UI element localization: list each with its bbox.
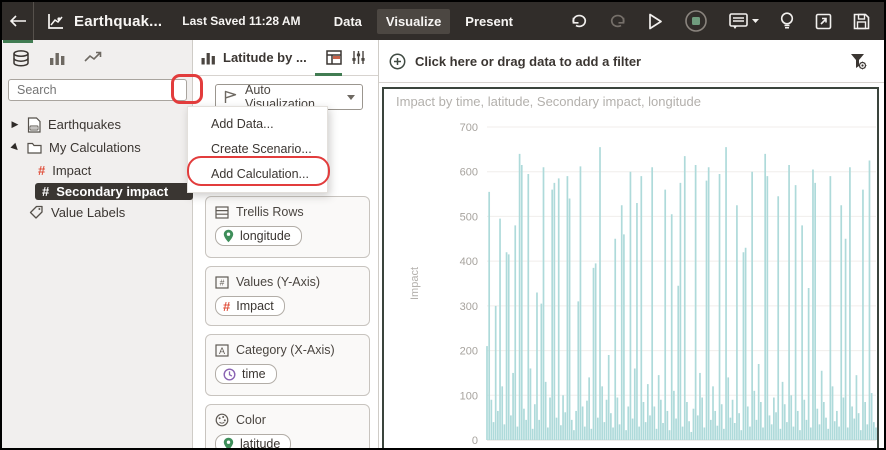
workbook-title: Earthquak... bbox=[74, 13, 162, 30]
last-saved-label: Last Saved 11:28 AM bbox=[182, 14, 300, 28]
pill-impact[interactable]: # Impact bbox=[215, 296, 285, 316]
data-panel: ▶ Earthquakes ▶ My Calculations # Impact… bbox=[2, 40, 193, 448]
data-element-tree: ▶ Earthquakes ▶ My Calculations # Impact… bbox=[2, 101, 192, 224]
drop-target-label: Trellis Rows bbox=[236, 205, 304, 219]
menu-item-add-calculation[interactable]: Add Calculation... bbox=[188, 162, 327, 187]
tree-item-impact[interactable]: # Impact bbox=[2, 159, 192, 182]
search-input[interactable] bbox=[8, 79, 187, 101]
insights-lightbulb-icon[interactable] bbox=[780, 12, 794, 30]
menu-item-add-data[interactable]: Add Data... bbox=[188, 112, 327, 137]
svg-text:#: # bbox=[220, 277, 225, 287]
tab-data-icon[interactable] bbox=[10, 50, 32, 67]
tree-item-label: My Calculations bbox=[49, 140, 141, 155]
add-filter-plus-icon bbox=[389, 53, 406, 70]
svg-text:500: 500 bbox=[460, 211, 478, 223]
geo-pin-icon bbox=[223, 229, 234, 243]
header-nav-tabs: Data Visualize Present bbox=[325, 9, 522, 34]
measure-icon: # bbox=[223, 299, 230, 314]
panel-tabs bbox=[2, 40, 192, 67]
filter-bar-prompt: Click here or drag data to add a filter bbox=[415, 54, 840, 69]
chart-title: Impact by time, latitude, Secondary impa… bbox=[396, 94, 701, 109]
rows-icon bbox=[215, 206, 229, 219]
svg-text:200: 200 bbox=[460, 346, 478, 358]
svg-text:600: 600 bbox=[460, 167, 478, 179]
menu-item-create-scenario[interactable]: Create Scenario... bbox=[188, 137, 327, 162]
tab-visualizations-icon[interactable] bbox=[46, 50, 68, 67]
tree-item-label: Value Labels bbox=[51, 205, 125, 220]
undo-icon[interactable] bbox=[570, 13, 588, 29]
filter-settings-icon[interactable] bbox=[849, 52, 868, 71]
measure-icon: # bbox=[42, 184, 49, 199]
viz-title: Latitude by ... bbox=[223, 50, 322, 65]
svg-text:400: 400 bbox=[460, 256, 478, 268]
drop-target-label: Category (X-Axis) bbox=[236, 343, 335, 357]
tree-item-earthquakes[interactable]: ▶ Earthquakes bbox=[2, 113, 192, 136]
pill-longitude[interactable]: longitude bbox=[215, 226, 302, 246]
tree-item-label: Earthquakes bbox=[48, 117, 121, 132]
grammar-panel-header: Latitude by ... bbox=[193, 40, 378, 76]
svg-text:0: 0 bbox=[472, 435, 478, 447]
drop-target-color[interactable]: Color latitude bbox=[205, 404, 370, 450]
settings-sliders-icon[interactable] bbox=[346, 50, 370, 65]
grammar-tab-indicator bbox=[315, 73, 342, 76]
svg-text:A: A bbox=[219, 345, 225, 355]
svg-text:100: 100 bbox=[460, 390, 478, 402]
clock-icon bbox=[223, 368, 236, 381]
grammar-panel: Latitude by ... Auto Visualization Trell… bbox=[193, 40, 379, 448]
geo-pin-icon bbox=[223, 437, 234, 450]
expand-collapsed-icon[interactable]: ▶ bbox=[10, 119, 20, 130]
expand-expanded-icon[interactable]: ▶ bbox=[10, 142, 20, 153]
grammar-tab-icon[interactable] bbox=[322, 50, 346, 65]
csv-file-icon bbox=[27, 117, 41, 133]
export-popout-icon[interactable] bbox=[815, 13, 832, 30]
tree-item-value-labels[interactable]: Value Labels bbox=[2, 201, 192, 224]
drop-target-values-y-axis[interactable]: # Values (Y-Axis) # Impact bbox=[205, 266, 370, 326]
record-stop-icon[interactable] bbox=[684, 9, 708, 33]
auto-visualization-icon bbox=[223, 90, 238, 104]
tree-item-label: Impact bbox=[52, 163, 91, 178]
svg-text:300: 300 bbox=[460, 301, 478, 313]
preview-play-icon[interactable] bbox=[648, 13, 663, 30]
drop-target-category-x-axis[interactable]: A Category (X-Axis) time bbox=[205, 334, 370, 396]
back-button[interactable] bbox=[2, 2, 34, 40]
impact-chart-svg: 0 100 200 300 400 500 600 700 Impact bbox=[384, 113, 879, 450]
tree-item-my-calculations[interactable]: ▶ My Calculations bbox=[2, 136, 192, 159]
drop-target-label: Color bbox=[236, 413, 266, 427]
tag-icon bbox=[29, 205, 44, 220]
save-icon[interactable] bbox=[853, 13, 870, 30]
pill-label: time bbox=[242, 367, 266, 381]
folder-icon bbox=[27, 141, 42, 154]
nav-tab-data[interactable]: Data bbox=[325, 9, 371, 34]
text-icon: A bbox=[215, 344, 229, 357]
pill-latitude[interactable]: latitude bbox=[215, 434, 291, 450]
nav-tab-present[interactable]: Present bbox=[456, 9, 522, 34]
app-window: Earthquak... Last Saved 11:28 AM Data Vi… bbox=[0, 0, 886, 450]
palette-icon bbox=[215, 413, 229, 427]
viz-type-bar-icon bbox=[201, 51, 216, 65]
back-arrow-icon bbox=[9, 15, 27, 27]
visualization-container[interactable]: Impact by time, latitude, Secondary impa… bbox=[382, 87, 879, 450]
tree-item-secondary-impact-selected[interactable]: # Secondary impact bbox=[35, 183, 193, 200]
number-icon: # bbox=[215, 276, 229, 289]
redo-icon[interactable] bbox=[609, 13, 627, 29]
tab-analytics-icon[interactable] bbox=[82, 50, 104, 67]
svg-text:700: 700 bbox=[460, 122, 478, 134]
tree-item-label: Secondary impact bbox=[56, 184, 168, 199]
pill-label: longitude bbox=[240, 229, 291, 243]
nav-tab-visualize[interactable]: Visualize bbox=[377, 9, 450, 34]
pill-label: Impact bbox=[236, 299, 274, 313]
filter-bar[interactable]: Click here or drag data to add a filter bbox=[379, 40, 884, 83]
top-header-bar: Earthquak... Last Saved 11:28 AM Data Vi… bbox=[2, 2, 884, 40]
chevron-down-icon bbox=[347, 95, 355, 100]
pill-label: latitude bbox=[240, 437, 280, 450]
comments-dropdown-icon[interactable] bbox=[729, 13, 759, 30]
pill-time[interactable]: time bbox=[215, 364, 277, 384]
canvas-area: Click here or drag data to add a filter … bbox=[379, 40, 884, 448]
measure-icon: # bbox=[38, 163, 45, 178]
add-dropdown-menu: Add Data... Create Scenario... Add Calcu… bbox=[187, 106, 328, 193]
drop-target-label: Values (Y-Axis) bbox=[236, 275, 320, 289]
svg-text:Impact: Impact bbox=[409, 267, 421, 300]
drop-target-trellis-rows[interactable]: Trellis Rows longitude bbox=[205, 196, 370, 258]
workbook-icon bbox=[47, 13, 64, 30]
